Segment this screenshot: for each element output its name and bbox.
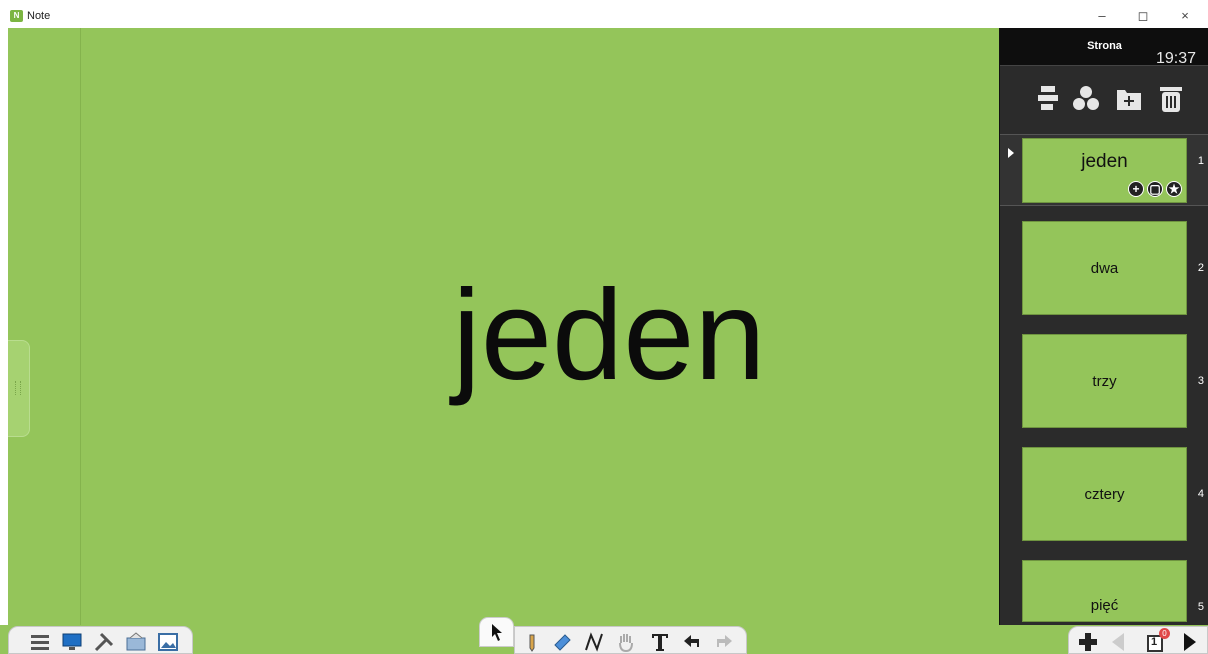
- page-panel: Strona 19:37 jeden + ▢ ★ 1 dwa 2 trzy 3 …: [999, 28, 1208, 625]
- curve-icon[interactable]: [583, 631, 605, 653]
- add-page-icon[interactable]: [1077, 631, 1099, 653]
- minimize-button[interactable]: –: [1087, 6, 1117, 26]
- page-number: 3: [1197, 375, 1204, 387]
- next-page-icon[interactable]: [1179, 631, 1201, 653]
- undo-icon[interactable]: [681, 631, 703, 653]
- window-title: Note: [27, 10, 51, 22]
- page-thumb-row-4[interactable]: cztery 4: [1000, 447, 1208, 541]
- favorite-icon[interactable]: ★: [1166, 181, 1182, 197]
- page-thumb-label: cztery: [1084, 486, 1125, 503]
- copy-icon[interactable]: ▢: [1147, 181, 1163, 197]
- page-number: 2: [1197, 262, 1204, 274]
- screen-icon[interactable]: [61, 631, 83, 653]
- trash-icon[interactable]: [1157, 84, 1185, 114]
- page-thumbnail[interactable]: cztery: [1022, 447, 1187, 541]
- page-thumb-label: jeden: [1081, 151, 1128, 172]
- prev-page-icon[interactable]: [1107, 631, 1129, 653]
- page-thumb-label: pięć: [1090, 597, 1119, 614]
- right-toolgroup: 1 0: [1068, 626, 1208, 654]
- add-icon[interactable]: +: [1128, 181, 1144, 197]
- center-toolgroup: [514, 626, 747, 654]
- page-thumbnail[interactable]: pięć: [1022, 560, 1187, 622]
- page-layout-icon[interactable]: [1035, 84, 1063, 114]
- page-number: 4: [1197, 488, 1204, 500]
- panel-header: Strona 19:37: [1000, 28, 1208, 67]
- page-count-icon[interactable]: 1 0: [1145, 628, 1170, 653]
- maximize-button[interactable]: ◻: [1128, 6, 1158, 26]
- redo-icon[interactable]: [713, 631, 735, 653]
- text-icon[interactable]: [649, 631, 671, 653]
- left-toolgroup: [8, 626, 193, 654]
- eraser-icon[interactable]: [551, 631, 573, 653]
- app-logo-icon: N: [10, 10, 23, 22]
- page-badge: 0: [1159, 628, 1170, 639]
- group-icon[interactable]: [1072, 84, 1100, 114]
- close-button[interactable]: ×: [1170, 6, 1200, 26]
- page-thumbnail[interactable]: trzy: [1022, 334, 1187, 428]
- page-thumb-row-3[interactable]: trzy 3: [1000, 334, 1208, 428]
- clock: 19:37: [1155, 50, 1196, 67]
- current-page-arrow-icon: [1008, 148, 1014, 158]
- gallery-icon[interactable]: [125, 631, 147, 653]
- hand-icon[interactable]: [615, 631, 637, 653]
- panel-toolbar: [1000, 68, 1208, 130]
- page-thumb-label: dwa: [1090, 260, 1119, 277]
- page-thumb-label: trzy: [1092, 373, 1117, 390]
- select-tool-tab[interactable]: [479, 617, 514, 647]
- page-number: 1: [1197, 155, 1204, 167]
- menu-icon[interactable]: [29, 631, 51, 653]
- page-thumbnail[interactable]: jeden + ▢ ★: [1022, 138, 1187, 203]
- add-folder-icon[interactable]: [1115, 84, 1143, 114]
- page-thumb-row-1[interactable]: jeden + ▢ ★ 1: [1000, 134, 1208, 206]
- page-thumb-row-2[interactable]: dwa 2: [1000, 221, 1208, 315]
- image-icon[interactable]: [157, 631, 179, 653]
- pen-icon[interactable]: [521, 631, 543, 653]
- page-indicator: 1: [1151, 636, 1158, 648]
- page-thumb-row-5[interactable]: pięć 5: [1000, 560, 1208, 622]
- page-thumbnail[interactable]: dwa: [1022, 221, 1187, 315]
- title-bar: N Note – ◻ ×: [0, 0, 1208, 28]
- note-app: N Note – ◻ × jeden Strona 19:37 jeden + …: [0, 0, 1208, 654]
- tools-icon[interactable]: [93, 631, 115, 653]
- page-number: 5: [1197, 601, 1204, 613]
- thumb-actions: + ▢ ★: [1125, 180, 1182, 198]
- pointer-icon[interactable]: [488, 622, 506, 642]
